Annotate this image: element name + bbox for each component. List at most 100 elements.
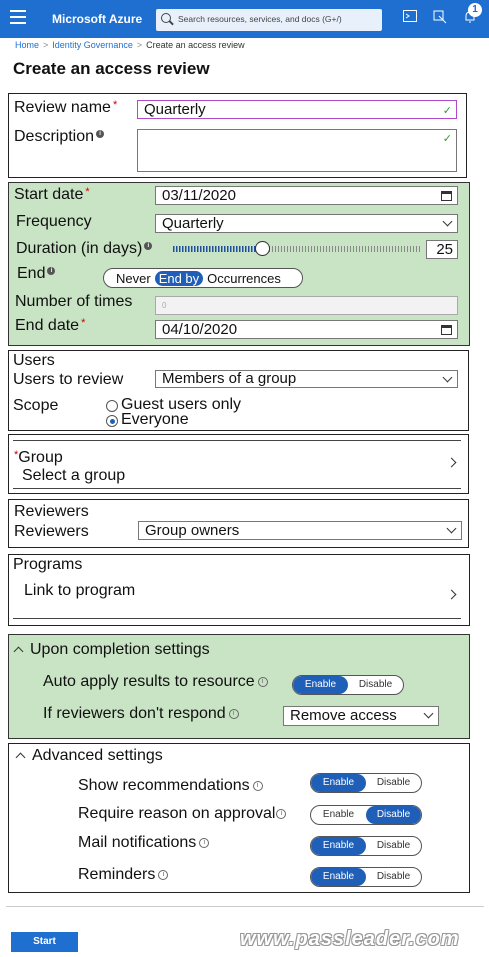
show-recommendations-label: Show recommendations i xyxy=(78,777,263,795)
users-panel xyxy=(8,350,469,431)
duration-label: Duration (in days) i xyxy=(16,240,153,258)
end-option-end-by[interactable]: End by xyxy=(154,270,204,286)
toggle-enable[interactable]: Enable xyxy=(311,868,366,886)
frequency-label: Frequency xyxy=(16,213,92,230)
require-reason-label: Require reason on approval i xyxy=(78,805,287,823)
chevron-down-icon xyxy=(423,708,434,719)
chevron-right-icon: > xyxy=(43,40,49,50)
toggle-disable[interactable]: Disable xyxy=(366,774,421,792)
end-option-selector: Never End by Occurrences xyxy=(103,268,303,288)
toggle-enable[interactable]: Enable xyxy=(311,774,366,792)
info-icon[interactable]: i xyxy=(47,267,56,275)
watermark: www.passleader.com xyxy=(240,928,460,950)
require-reason-toggle: Enable Disable xyxy=(310,805,422,825)
global-search-input[interactable]: Search resources, services, and docs (G+… xyxy=(156,9,382,31)
toggle-disable[interactable]: Disable xyxy=(366,806,421,824)
hamburger-menu-icon[interactable] xyxy=(10,10,26,26)
link-to-program-link[interactable]: Link to program xyxy=(24,582,135,600)
reviewers-label: Reviewers xyxy=(14,523,89,540)
mail-notifications-label: Mail notifications i xyxy=(78,834,210,852)
no-response-label: If reviewers don't respond i xyxy=(43,705,239,723)
info-icon[interactable]: i xyxy=(144,242,153,250)
review-name-label: Review name * xyxy=(14,99,118,116)
group-label: *Group xyxy=(14,449,63,466)
reminders-label: Reminders i xyxy=(78,866,169,884)
number-of-times-input: 0 xyxy=(155,296,458,315)
directory-filter-icon[interactable] xyxy=(432,10,448,26)
info-icon[interactable]: i xyxy=(252,780,263,791)
show-recommendations-toggle: Enable Disable xyxy=(310,773,422,793)
completion-settings-header[interactable]: Upon completion settings xyxy=(13,641,210,659)
review-name-input[interactable]: Quarterly ✓ xyxy=(137,100,457,119)
breadcrumb-identity-governance[interactable]: Identity Governance xyxy=(52,40,133,50)
no-response-dropdown[interactable]: Remove access xyxy=(283,706,439,726)
start-date-label: Start date * xyxy=(14,186,90,203)
notification-count-badge: 1 xyxy=(468,3,482,17)
top-bar: Microsoft Azure Search resources, servic… xyxy=(0,0,489,38)
info-icon[interactable]: i xyxy=(96,130,105,138)
page-title: Create an access review xyxy=(13,59,210,78)
scope-guest-radio[interactable] xyxy=(106,400,118,412)
breadcrumb-current: Create an access review xyxy=(146,40,245,50)
toggle-enable[interactable]: Enable xyxy=(311,806,366,824)
programs-heading: Programs xyxy=(13,556,83,573)
auto-apply-toggle: Enable Disable xyxy=(292,675,404,695)
toggle-enable[interactable]: Enable xyxy=(311,837,366,855)
info-icon[interactable]: i xyxy=(228,708,239,719)
search-icon xyxy=(161,13,171,23)
footer-divider xyxy=(6,906,484,907)
toggle-disable[interactable]: Disable xyxy=(366,868,421,886)
end-date-picker[interactable]: 04/10/2020 xyxy=(155,320,458,339)
end-label: End i xyxy=(17,265,56,283)
calendar-icon xyxy=(441,191,452,201)
chevron-up-icon xyxy=(15,752,26,763)
chevron-right-icon: > xyxy=(136,40,143,50)
group-divider-bottom xyxy=(13,488,461,489)
users-to-review-dropdown[interactable]: Members of a group xyxy=(155,370,458,388)
info-icon[interactable]: i xyxy=(276,808,287,819)
scope-everyone-radio[interactable] xyxy=(106,415,118,427)
users-heading: Users xyxy=(13,352,55,369)
chevron-down-icon xyxy=(442,216,453,227)
scope-label: Scope xyxy=(13,397,59,414)
select-group-link[interactable]: Select a group xyxy=(22,467,125,485)
users-to-review-label: Users to review xyxy=(13,371,124,388)
duration-slider-fill xyxy=(173,246,263,252)
valid-check-icon: ✓ xyxy=(442,105,452,117)
start-date-picker[interactable]: 03/11/2020 xyxy=(155,186,458,205)
breadcrumb-home[interactable]: Home xyxy=(15,40,39,50)
end-date-label: End date * xyxy=(15,317,86,334)
chevron-down-icon xyxy=(446,523,457,534)
info-icon[interactable]: i xyxy=(199,837,210,848)
reviewers-dropdown[interactable]: Group owners xyxy=(138,521,462,540)
auto-apply-label: Auto apply results to resource i xyxy=(43,673,268,691)
group-panel xyxy=(8,434,469,494)
cloud-shell-icon[interactable] xyxy=(402,10,418,26)
advanced-settings-header[interactable]: Advanced settings xyxy=(15,747,163,765)
number-of-times-label: Number of times xyxy=(15,293,133,310)
end-option-never[interactable]: Never xyxy=(112,271,155,286)
toggle-disable[interactable]: Disable xyxy=(366,837,421,855)
calendar-icon xyxy=(441,325,452,335)
brand-title[interactable]: Microsoft Azure xyxy=(52,12,142,26)
auto-apply-disable[interactable]: Disable xyxy=(348,676,403,694)
valid-check-icon: ✓ xyxy=(442,133,452,145)
description-textarea[interactable]: ✓ xyxy=(137,129,457,172)
group-divider-top xyxy=(13,440,461,441)
reminders-toggle: Enable Disable xyxy=(310,867,422,887)
info-icon[interactable]: i xyxy=(158,869,169,880)
chevron-down-icon xyxy=(442,372,453,383)
duration-value-input[interactable]: 25 xyxy=(426,240,458,259)
breadcrumb: Home > Identity Governance > Create an acces… xyxy=(15,40,245,50)
scope-everyone-label[interactable]: Everyone xyxy=(121,411,189,429)
info-icon[interactable]: i xyxy=(257,676,268,687)
start-button[interactable]: Start xyxy=(11,932,78,952)
mail-notifications-toggle: Enable Disable xyxy=(310,836,422,856)
end-option-occurrences[interactable]: Occurrences xyxy=(203,271,285,286)
programs-divider xyxy=(13,618,461,619)
reviewers-heading: Reviewers xyxy=(14,503,89,520)
description-label: Description i xyxy=(14,128,105,146)
auto-apply-enable[interactable]: Enable xyxy=(293,676,348,694)
frequency-dropdown[interactable]: Quarterly xyxy=(155,214,458,233)
chevron-up-icon xyxy=(13,646,24,657)
